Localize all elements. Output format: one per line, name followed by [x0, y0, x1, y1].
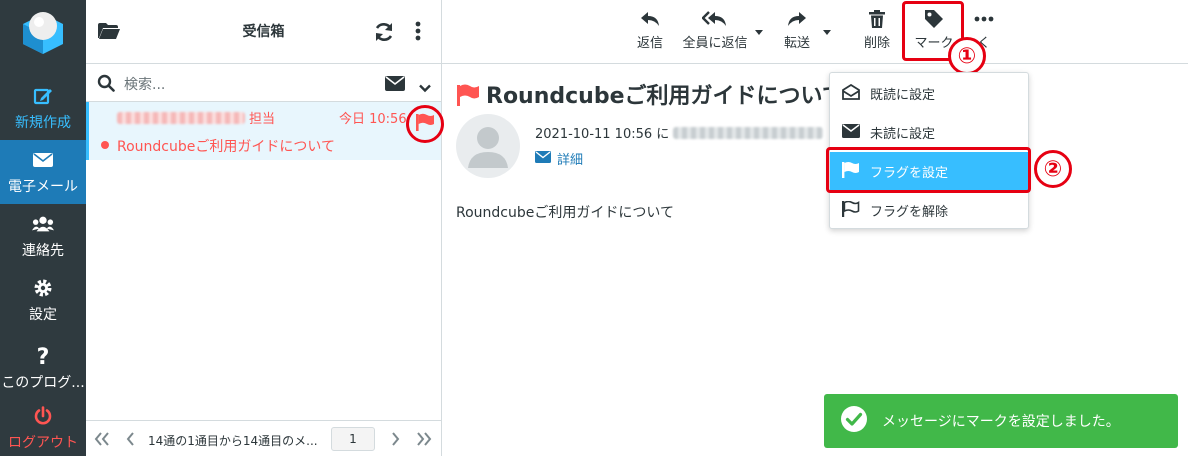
roundcube-logo[interactable]: [0, 0, 86, 64]
menu-item-unset-flag[interactable]: フラグを解除: [830, 191, 1028, 230]
menu-item-label: フラグを解除: [870, 205, 949, 220]
nav-compose[interactable]: 新規作成: [0, 76, 86, 140]
step-2-badge: ②: [1034, 150, 1072, 188]
notification-toast: メッセージにマークを設定しました。: [824, 394, 1178, 448]
details-label: 詳細: [557, 153, 584, 168]
nav-logout-label: ログアウト: [8, 434, 78, 451]
envelope-icon: [535, 150, 551, 167]
reply-all-label: 全員に返信: [682, 36, 748, 51]
refresh-icon[interactable]: [373, 21, 395, 47]
reply-all-icon: [702, 6, 728, 32]
delete-label: 削除: [863, 36, 890, 51]
nav-compose-label: 新規作成: [15, 114, 71, 131]
app-navigation: 新規作成 電子メール 連絡先 設定 ? このプログ... ログアウト: [0, 0, 86, 456]
compose-icon: [32, 85, 54, 107]
forward-icon: [787, 6, 807, 32]
message-subject-title: Roundcubeご利用ガイドについて: [486, 84, 836, 109]
nav-logout[interactable]: ログアウト: [0, 396, 86, 456]
search-bar: 検索...: [86, 64, 441, 102]
next-page-icon[interactable]: [390, 432, 400, 449]
reply-button[interactable]: 返信: [635, 6, 665, 58]
reply-all-dropdown-caret[interactable]: [755, 30, 763, 35]
reply-all-button[interactable]: 全員に返信: [680, 6, 750, 58]
gear-icon: [32, 277, 54, 299]
search-input[interactable]: 検索...: [124, 74, 165, 94]
menu-item-label: 既読に設定: [870, 88, 936, 103]
message-date: 今日 10:56: [339, 112, 407, 127]
flag-icon[interactable]: [415, 113, 435, 135]
nav-about[interactable]: ? このプログ...: [0, 336, 86, 400]
toast-message: メッセージにマークを設定しました。: [882, 414, 1120, 430]
nav-mail-label: 電子メール: [8, 178, 78, 195]
sender-avatar: [456, 114, 520, 178]
message-heading: Roundcubeご利用ガイドについて: [456, 78, 836, 112]
redacted-recipient: [673, 127, 824, 139]
unread-dot: [101, 141, 109, 149]
power-icon: [32, 405, 54, 427]
message-body: Roundcubeご利用ガイドについて: [456, 205, 674, 221]
more-dots-icon: [974, 6, 994, 32]
check-circle-icon: [840, 405, 868, 437]
question-icon: ?: [32, 345, 54, 367]
nav-settings-label: 設定: [29, 306, 57, 323]
prev-page-icon[interactable]: [126, 432, 136, 449]
list-header: 受信箱: [86, 0, 441, 64]
message-subject: Roundcubeご利用ガイドについて: [117, 139, 335, 155]
nav-settings[interactable]: 設定: [0, 268, 86, 332]
users-icon: [32, 213, 54, 235]
flag-outline-icon: [842, 200, 860, 221]
forward-dropdown-caret[interactable]: [823, 30, 831, 35]
nav-mail[interactable]: 電子メール: [0, 140, 86, 204]
set-flag-highlight: [826, 147, 1031, 193]
redacted-sender: [117, 112, 245, 124]
chevron-down-icon[interactable]: [419, 78, 431, 97]
envelope-open-icon: [842, 83, 860, 104]
envelope-icon: [32, 149, 54, 171]
message-count: 14通の1通目から14通目のメ...: [148, 434, 318, 448]
user-placeholder-icon: [468, 127, 508, 168]
search-scope-envelope-icon[interactable]: [385, 76, 405, 95]
nav-about-label: このプログ...: [1, 374, 85, 391]
message-view-pane: 返信 全員に返信 転送 削除 マーク く ① Roundcubeご利用ガイドにつ…: [442, 0, 1188, 456]
message-list-pane: 受信箱 検索... 担当 今日 10:56 Roundcubeご利用ガイドについ…: [86, 0, 444, 456]
message-toolbar: 返信 全員に返信 転送 削除 マーク く ①: [442, 0, 1188, 75]
forward-label: 転送: [783, 36, 810, 51]
message-row[interactable]: 担当 今日 10:56 Roundcubeご利用ガイドについて: [86, 102, 444, 160]
flag-icon: [456, 84, 480, 112]
nav-contacts-label: 連絡先: [22, 242, 64, 259]
nav-contacts[interactable]: 連絡先: [0, 204, 86, 268]
menu-item-mark-read[interactable]: 既読に設定: [830, 74, 1028, 113]
first-page-icon[interactable]: [94, 432, 110, 449]
message-sender: 担当: [117, 108, 275, 127]
forward-button[interactable]: 転送: [782, 6, 812, 58]
details-link[interactable]: 詳細: [535, 149, 583, 168]
step-1-badge: ①: [948, 37, 986, 75]
logo-icon: [23, 12, 63, 54]
message-meta: 2021-10-11 10:56 に: [535, 123, 824, 142]
message-date-line: 2021-10-11 10:56 に: [535, 127, 670, 142]
reply-icon: [640, 6, 660, 32]
envelope-icon: [842, 123, 860, 142]
menu-item-label: 未読に設定: [870, 127, 936, 142]
list-menu-icon[interactable]: [414, 20, 422, 46]
trash-icon: [869, 6, 885, 32]
page-number-input[interactable]: 1: [331, 427, 375, 451]
reply-label: 返信: [636, 36, 663, 51]
delete-button[interactable]: 削除: [862, 6, 892, 58]
sender-suffix: 担当: [249, 112, 276, 127]
svg-text:?: ?: [37, 345, 50, 367]
list-pagination: 14通の1通目から14通目のメ... 1: [86, 420, 441, 456]
search-icon: [97, 74, 115, 96]
flag-highlight-circle: [406, 105, 444, 143]
last-page-icon[interactable]: [416, 432, 432, 449]
